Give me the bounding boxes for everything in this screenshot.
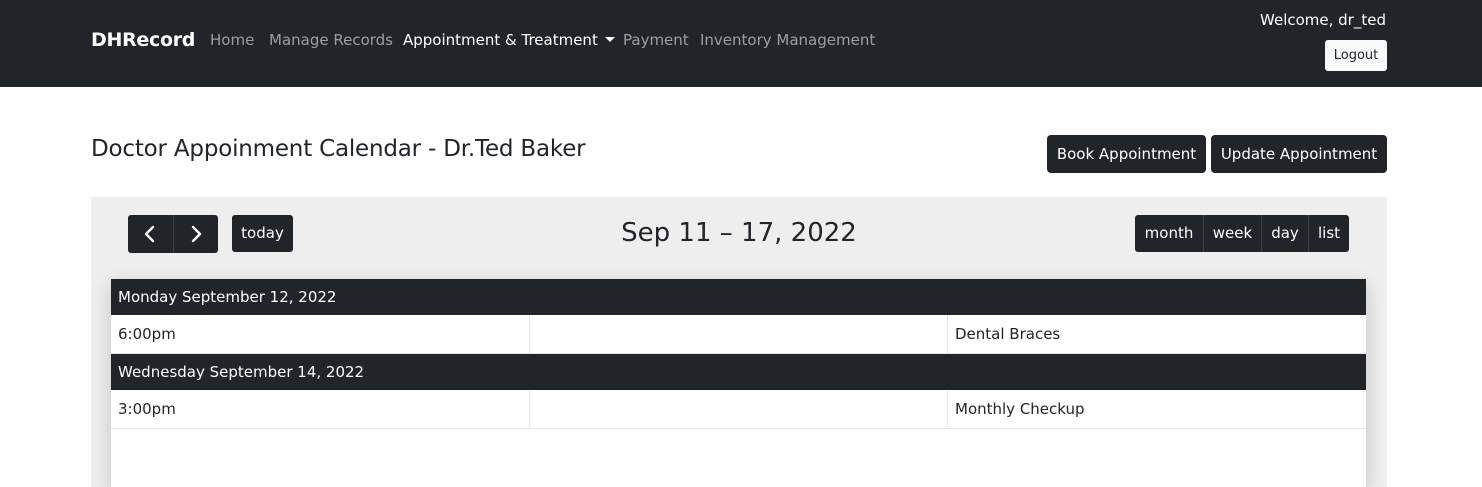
event-row[interactable]: 3:00pm Monthly Checkup [111, 390, 1366, 429]
nav-payment[interactable]: Payment [623, 31, 689, 49]
event-title[interactable]: Monthly Checkup [955, 390, 1085, 429]
view-month-button[interactable]: month [1135, 215, 1203, 252]
dropdown-caret-icon [604, 37, 615, 42]
nav-manage-records[interactable]: Manage Records [269, 31, 393, 49]
logout-button[interactable]: Logout [1325, 40, 1387, 71]
nav-appointment-treatment-dropdown[interactable]: Appointment & Treatment [403, 31, 615, 49]
calendar-panel: today Sep 11 – 17, 2022 month week day l… [91, 197, 1387, 487]
day-heading: Monday September 12, 2022 [111, 279, 1366, 315]
event-row[interactable]: 6:00pm Dental Braces [111, 315, 1366, 354]
nav-home[interactable]: Home [210, 31, 254, 49]
event-time: 6:00pm [118, 325, 176, 343]
page-title: Doctor Appoinment Calendar - Dr.Ted Bake… [91, 136, 586, 162]
event-title[interactable]: Dental Braces [955, 315, 1060, 354]
calendar-list-view: Monday September 12, 2022 6:00pm Dental … [111, 279, 1366, 487]
column-divider [947, 315, 948, 354]
view-list-button[interactable]: list [1308, 215, 1349, 252]
day-heading: Wednesday September 14, 2022 [111, 354, 1366, 390]
book-appointment-button[interactable]: Book Appointment [1047, 135, 1206, 173]
top-navbar: DHRecord Home Manage Records Appointment… [0, 0, 1482, 87]
column-divider [529, 390, 530, 429]
nav-inventory-management[interactable]: Inventory Management [700, 31, 875, 49]
brand-logo[interactable]: DHRecord [91, 29, 195, 51]
view-week-button[interactable]: week [1203, 215, 1261, 252]
view-day-button[interactable]: day [1261, 215, 1308, 252]
event-time: 3:00pm [118, 400, 176, 418]
welcome-text: Welcome, dr_ted [1260, 11, 1386, 29]
column-divider [529, 315, 530, 354]
nav-appointment-treatment-label: Appointment & Treatment [403, 31, 598, 49]
column-divider [947, 390, 948, 429]
update-appointment-button[interactable]: Update Appointment [1211, 135, 1387, 173]
